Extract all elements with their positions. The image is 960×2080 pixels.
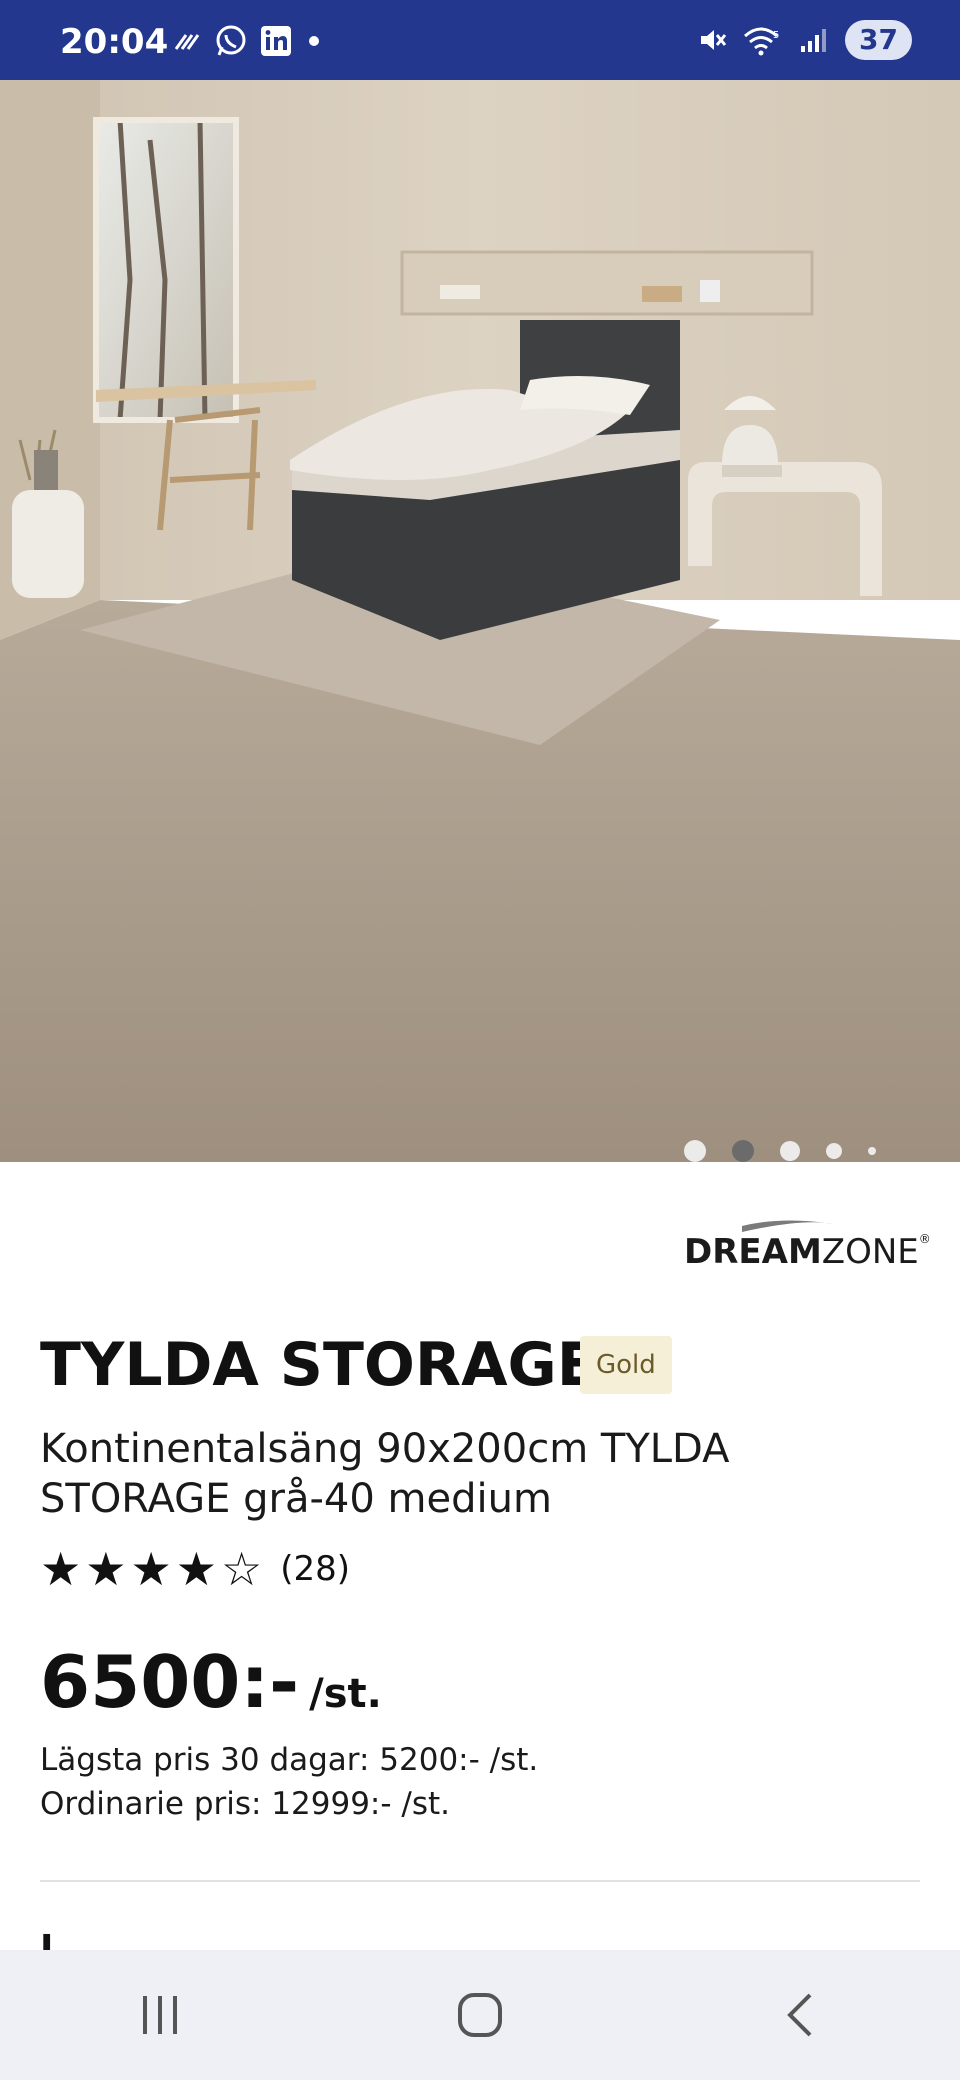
signal-icon xyxy=(801,29,827,52)
mute-icon xyxy=(701,30,727,50)
product-image xyxy=(0,80,960,1162)
gallery-dot-active[interactable] xyxy=(732,1140,754,1162)
brand-name-bold: DREAM xyxy=(684,1232,822,1272)
star-filled-icon: ★ xyxy=(175,1543,217,1595)
tier-badge: Gold xyxy=(580,1336,672,1394)
notification-dot-icon xyxy=(309,36,319,46)
home-icon xyxy=(458,1993,502,2037)
battery-indicator: 37 xyxy=(845,20,912,60)
product-image-gallery[interactable] xyxy=(0,80,960,1162)
whatsapp-icon xyxy=(216,25,246,56)
data-saver-icon xyxy=(174,34,200,50)
price: 6500:-/st. xyxy=(40,1640,382,1724)
back-button[interactable] xyxy=(740,1965,860,2065)
lowest-price: Lägsta pris 30 dagar: 5200:- /st. xyxy=(40,1742,539,1778)
svg-text:5: 5 xyxy=(773,30,779,41)
star-empty-icon: ☆ xyxy=(221,1543,263,1595)
price-amount: 6500:- xyxy=(40,1640,300,1724)
brand-name-light: ZONE xyxy=(821,1232,919,1272)
status-time: 20:04 xyxy=(60,22,169,62)
wifi-icon: 5 xyxy=(744,27,779,56)
brand-logo[interactable]: DREAMZONE® xyxy=(684,1232,931,1272)
system-icons: 5 37 xyxy=(697,20,912,60)
rating[interactable]: ★ ★ ★ ★ ☆ (28) xyxy=(40,1546,350,1592)
divider xyxy=(40,1880,920,1882)
recents-icon xyxy=(143,1996,177,2034)
gallery-dot[interactable] xyxy=(684,1140,706,1162)
recents-button[interactable] xyxy=(100,1965,220,2065)
notification-icons xyxy=(172,24,324,58)
gallery-dot[interactable] xyxy=(826,1143,842,1159)
back-icon xyxy=(787,1993,812,2037)
star-filled-icon: ★ xyxy=(85,1543,127,1595)
gallery-dot[interactable] xyxy=(868,1147,876,1155)
product-description: Kontinentalsäng 90x200cm TYLDA STORAGE g… xyxy=(40,1426,730,1522)
system-navigation-bar xyxy=(0,1950,960,2080)
home-button[interactable] xyxy=(420,1965,540,2065)
status-bar: 20:04 5 37 xyxy=(0,0,960,80)
linkedin-icon xyxy=(261,26,291,56)
regular-price: Ordinarie pris: 12999:- /st. xyxy=(40,1786,451,1822)
product-title: TYLDA STORAGE xyxy=(40,1330,598,1400)
star-filled-icon: ★ xyxy=(40,1543,82,1595)
gallery-pagination[interactable] xyxy=(684,1140,876,1162)
star-filled-icon: ★ xyxy=(130,1543,172,1595)
review-count[interactable]: (28) xyxy=(280,1549,350,1589)
gallery-dot[interactable] xyxy=(780,1141,800,1161)
brand-trademark: ® xyxy=(918,1232,931,1246)
price-unit: /st. xyxy=(309,1671,382,1717)
price-details: Lägsta pris 30 dagar: 5200:- /st. Ordina… xyxy=(40,1738,538,1826)
